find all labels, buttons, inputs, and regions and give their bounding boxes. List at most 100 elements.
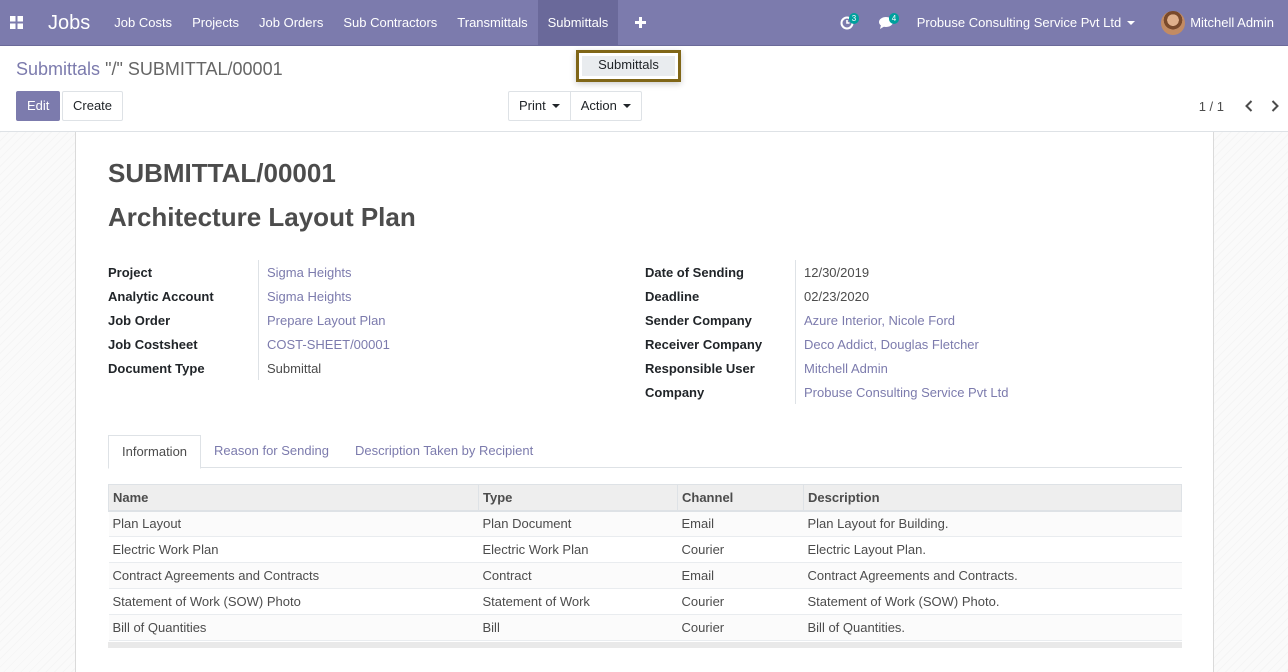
messaging-chat-icon[interactable]: 4	[867, 0, 907, 46]
systray: 3 4 Probuse Consulting Service Pvt Ltd M…	[827, 0, 1288, 46]
create-button[interactable]: Create	[62, 91, 124, 121]
sender-company-link[interactable]: Azure Interior, Nicole Ford	[804, 313, 955, 328]
caret-down-icon	[1127, 20, 1136, 25]
cell-channel: Courier	[677, 588, 804, 615]
column-header-channel[interactable]: Channel	[677, 484, 804, 512]
action-button[interactable]: Action	[569, 92, 641, 120]
menu-job-orders[interactable]: Job Orders	[249, 0, 333, 46]
activity-clock-icon[interactable]: 3	[827, 0, 867, 46]
left-field-group: Project Sigma Heights Analytic Account S…	[108, 260, 390, 380]
table-row[interactable]: Contract Agreements and Contracts Contra…	[108, 562, 1182, 589]
cell-description: Bill of Quantities.	[803, 614, 1182, 641]
form-content-area: SUBMITTAL/00001 Architecture Layout Plan…	[0, 132, 1288, 672]
tab-reason-for-sending[interactable]: Reason for Sending	[201, 435, 342, 467]
main-menu: Job Costs Projects Job Orders Sub Contra…	[104, 0, 662, 46]
column-header-description[interactable]: Description	[803, 484, 1182, 512]
field-sender-company: Sender Company Azure Interior, Nicole Fo…	[645, 308, 1009, 332]
table-row[interactable]: Plan Layout Plan Document Email Plan Lay…	[108, 510, 1182, 537]
field-label: Company	[645, 384, 705, 400]
pager: 1 / 1	[1199, 91, 1288, 121]
table-header-row: Name Type Channel Description	[108, 484, 1182, 512]
job-order-link[interactable]: Prepare Layout Plan	[267, 313, 386, 328]
tab-information[interactable]: Information	[108, 435, 202, 469]
add-menu-icon[interactable]	[618, 0, 662, 46]
caret-down-icon	[551, 104, 560, 108]
field-deadline: Deadline 02/23/2020	[645, 284, 1009, 308]
menu-submittals[interactable]: Submittals	[537, 0, 619, 46]
menu-sub-contractors[interactable]: Sub Contractors	[333, 0, 447, 46]
action-label: Action	[580, 98, 617, 113]
cell-type: Statement of Work	[478, 588, 678, 615]
field-label: Deadline	[645, 288, 700, 304]
deadline-value: 02/23/2020	[804, 288, 870, 304]
pager-previous-icon[interactable]	[1236, 91, 1262, 121]
top-navbar: Jobs Job Costs Projects Job Orders Sub C…	[0, 0, 1288, 46]
cell-name: Contract Agreements and Contracts	[108, 562, 479, 589]
menu-transmittals[interactable]: Transmittals	[447, 0, 537, 46]
cell-channel: Email	[677, 510, 804, 537]
app-name[interactable]: Jobs	[32, 0, 104, 46]
avatar	[1161, 10, 1186, 35]
field-date-of-sending: Date of Sending 12/30/2019	[645, 260, 1009, 284]
breadcrumb-current: SUBMITTAL/00001	[127, 59, 283, 79]
dropdown-item-submittals[interactable]: Submittals	[582, 56, 675, 76]
field-label: Analytic Account	[108, 288, 214, 304]
table-row[interactable]: Bill of Quantities Bill Courier Bill of …	[108, 614, 1182, 641]
project-link[interactable]: Sigma Heights	[267, 265, 352, 280]
cell-type: Electric Work Plan	[478, 536, 678, 563]
cell-name: Bill of Quantities	[108, 614, 479, 641]
action-button-group: Print Action	[508, 91, 642, 121]
cell-description: Electric Layout Plan.	[803, 536, 1182, 563]
pager-value[interactable]: 1 / 1	[1199, 99, 1224, 114]
submittals-dropdown-menu: Submittals	[576, 50, 681, 82]
field-document-type: Document Type Submittal	[108, 356, 390, 380]
menu-projects[interactable]: Projects	[182, 0, 249, 46]
field-label: Date of Sending	[645, 264, 744, 280]
user-name: Mitchell Admin	[1190, 15, 1274, 30]
cell-name: Plan Layout	[108, 510, 479, 537]
edit-button[interactable]: Edit	[16, 91, 61, 121]
right-field-group: Date of Sending 12/30/2019 Deadline 02/2…	[645, 260, 1009, 404]
table-row[interactable]: Electric Work Plan Electric Work Plan Co…	[108, 536, 1182, 563]
column-header-name[interactable]: Name	[108, 484, 479, 512]
information-lines-table: Name Type Channel Description Plan Layou…	[108, 484, 1182, 641]
cell-description: Statement of Work (SOW) Photo.	[803, 588, 1182, 615]
date-of-sending-value: 12/30/2019	[804, 264, 870, 280]
job-costsheet-link[interactable]: COST-SHEET/00001	[267, 337, 390, 352]
record-title: Architecture Layout Plan	[108, 202, 416, 232]
field-label: Responsible User	[645, 360, 755, 376]
field-responsible-user: Responsible User Mitchell Admin	[645, 356, 1009, 380]
field-label: Job Costsheet	[108, 336, 198, 352]
analytic-account-link[interactable]: Sigma Heights	[267, 289, 352, 304]
print-button[interactable]: Print	[509, 92, 570, 120]
user-menu[interactable]: Mitchell Admin	[1145, 10, 1288, 35]
company-name: Probuse Consulting Service Pvt Ltd	[916, 15, 1122, 30]
field-label: Document Type	[108, 360, 205, 376]
cell-description: Plan Layout for Building.	[803, 510, 1182, 537]
tab-description-taken-by-recipient[interactable]: Description Taken by Recipient	[342, 435, 546, 467]
field-label: Sender Company	[645, 312, 752, 328]
breadcrumb: Submittals "/" SUBMITTAL/00001	[16, 59, 283, 80]
company-switcher[interactable]: Probuse Consulting Service Pvt Ltd	[907, 15, 1146, 30]
column-header-type[interactable]: Type	[478, 484, 678, 512]
responsible-user-link[interactable]: Mitchell Admin	[804, 361, 888, 376]
table-row[interactable]: Statement of Work (SOW) Photo Statement …	[108, 588, 1182, 615]
field-label: Project	[108, 264, 153, 280]
cell-channel: Courier	[677, 614, 804, 641]
cell-name: Statement of Work (SOW) Photo	[108, 588, 479, 615]
cell-type: Contract	[478, 562, 678, 589]
cell-channel: Email	[677, 562, 804, 589]
field-analytic-account: Analytic Account Sigma Heights	[108, 284, 390, 308]
cell-description: Contract Agreements and Contracts.	[803, 562, 1182, 589]
receiver-company-link[interactable]: Deco Addict, Douglas Fletcher	[804, 337, 979, 352]
pager-next-icon[interactable]	[1262, 91, 1288, 121]
apps-menu-icon[interactable]	[0, 0, 32, 46]
menu-job-costs[interactable]: Job Costs	[104, 0, 182, 46]
company-link[interactable]: Probuse Consulting Service Pvt Ltd	[804, 385, 1009, 400]
cell-channel: Courier	[677, 536, 804, 563]
document-type-value: Submittal	[267, 360, 322, 376]
field-company: Company Probuse Consulting Service Pvt L…	[645, 380, 1009, 404]
notebook-tabs: Information Reason for Sending Descripti…	[108, 435, 1182, 469]
breadcrumb-link-submittals[interactable]: Submittals	[16, 59, 100, 79]
field-project: Project Sigma Heights	[108, 260, 390, 284]
